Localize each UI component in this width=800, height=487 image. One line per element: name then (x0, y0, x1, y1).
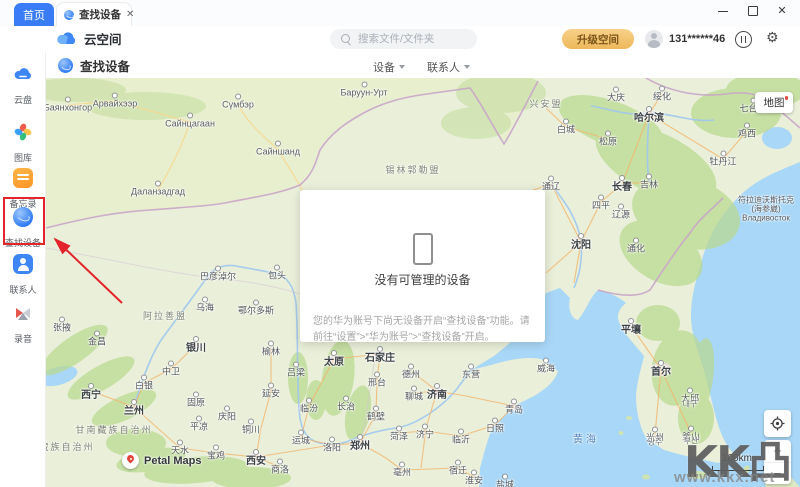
chevron-down-icon (399, 65, 405, 69)
tab-close-icon[interactable]: ✕ (126, 10, 134, 20)
cloud-logo-icon (56, 31, 78, 47)
sidebar-item-find-device[interactable]: 查找设备 (0, 207, 46, 249)
sidebar-item-label: 云盘 (1, 92, 45, 105)
sidebar-item-label: 图库 (1, 150, 45, 163)
sidebar-item-cloud-drive[interactable]: 云盘 (0, 64, 46, 106)
app-window: 首页 查找设备 ✕ ✕ 云空间 升级空间 131******46 ⚙ 查找设备 (0, 0, 800, 487)
sidebar: 云盘 图库 备忘录 查找设备 联系人 (0, 52, 46, 487)
search-input[interactable] (330, 29, 477, 49)
window-maximize-button[interactable] (741, 0, 765, 22)
find-device-icon (58, 58, 73, 73)
sidebar-item-notes[interactable]: 备忘录 (0, 168, 46, 210)
sidebar-item-recordings[interactable]: 录音 (0, 303, 46, 345)
no-device-dialog: 没有可管理的设备 您的华为账号下尚无设备开启“查找设备”功能。请前往“设置”>“… (300, 190, 545, 342)
sidebar-item-contacts[interactable]: 联系人 (0, 254, 46, 296)
contact-filter-dropdown[interactable]: 联系人 (427, 59, 470, 75)
minimize-icon (718, 11, 728, 12)
petal-maps-label: Petal Maps (144, 455, 201, 467)
map-layer-button[interactable]: 地图 (755, 92, 793, 113)
find-device-icon (13, 207, 33, 227)
device-filter-dropdown[interactable]: 设备 (373, 59, 405, 75)
petal-maps-logo: Petal Maps (122, 452, 201, 469)
notes-icon (13, 168, 33, 188)
watermark-url: www.kkx.net (674, 469, 775, 486)
contact-filter-label: 联系人 (427, 59, 460, 75)
page-title-label: 查找设备 (80, 56, 130, 75)
avatar[interactable] (645, 30, 663, 48)
window-close-button[interactable]: ✕ (770, 0, 794, 22)
page-title: 查找设备 (58, 56, 130, 75)
tab-label: 查找设备 (79, 7, 121, 22)
brand-name: 云空间 (84, 29, 122, 48)
content-header: 查找设备 设备 联系人 (46, 52, 800, 79)
tab-find-device[interactable]: 查找设备 ✕ (56, 2, 132, 26)
sidebar-item-label: 录音 (1, 331, 45, 344)
titlebar: 首页 查找设备 ✕ ✕ (0, 0, 800, 27)
close-icon: ✕ (777, 6, 786, 17)
toolbar: 云空间 升级空间 131******46 ⚙ (0, 26, 800, 52)
maximize-icon (748, 6, 758, 16)
upgrade-space-button[interactable]: 升级空间 (562, 29, 634, 49)
tab-home[interactable]: 首页 (14, 3, 54, 26)
find-device-icon (64, 10, 74, 20)
sidebar-item-label: 查找设备 (1, 235, 45, 248)
brand: 云空间 (56, 29, 122, 48)
map-pin-icon (122, 452, 139, 469)
chevron-down-icon (464, 65, 470, 69)
search-icon (341, 34, 350, 43)
sidebar-item-gallery[interactable]: 图库 (0, 122, 46, 164)
gear-icon[interactable]: ⚙ (766, 29, 779, 46)
account-number[interactable]: 131******46 (669, 33, 725, 45)
transfer-tasks-icon[interactable] (735, 31, 752, 48)
phone-icon (413, 233, 433, 265)
cloud-drive-icon (13, 64, 33, 84)
recorder-icon (13, 303, 33, 323)
contacts-icon (13, 254, 33, 274)
dialog-description: 您的华为账号下尚无设备开启“查找设备”功能。请前往“设置”>“华为账号”>“查找… (313, 314, 532, 345)
window-minimize-button[interactable] (711, 0, 735, 22)
map-canvas[interactable]: БаянхонгорАрвайхээрСүмбэрСайнцагаанСайнш… (46, 78, 800, 487)
sidebar-item-label: 联系人 (1, 282, 45, 295)
gallery-icon (13, 122, 33, 142)
device-filter-label: 设备 (373, 59, 395, 75)
dialog-title: 没有可管理的设备 (300, 271, 545, 288)
